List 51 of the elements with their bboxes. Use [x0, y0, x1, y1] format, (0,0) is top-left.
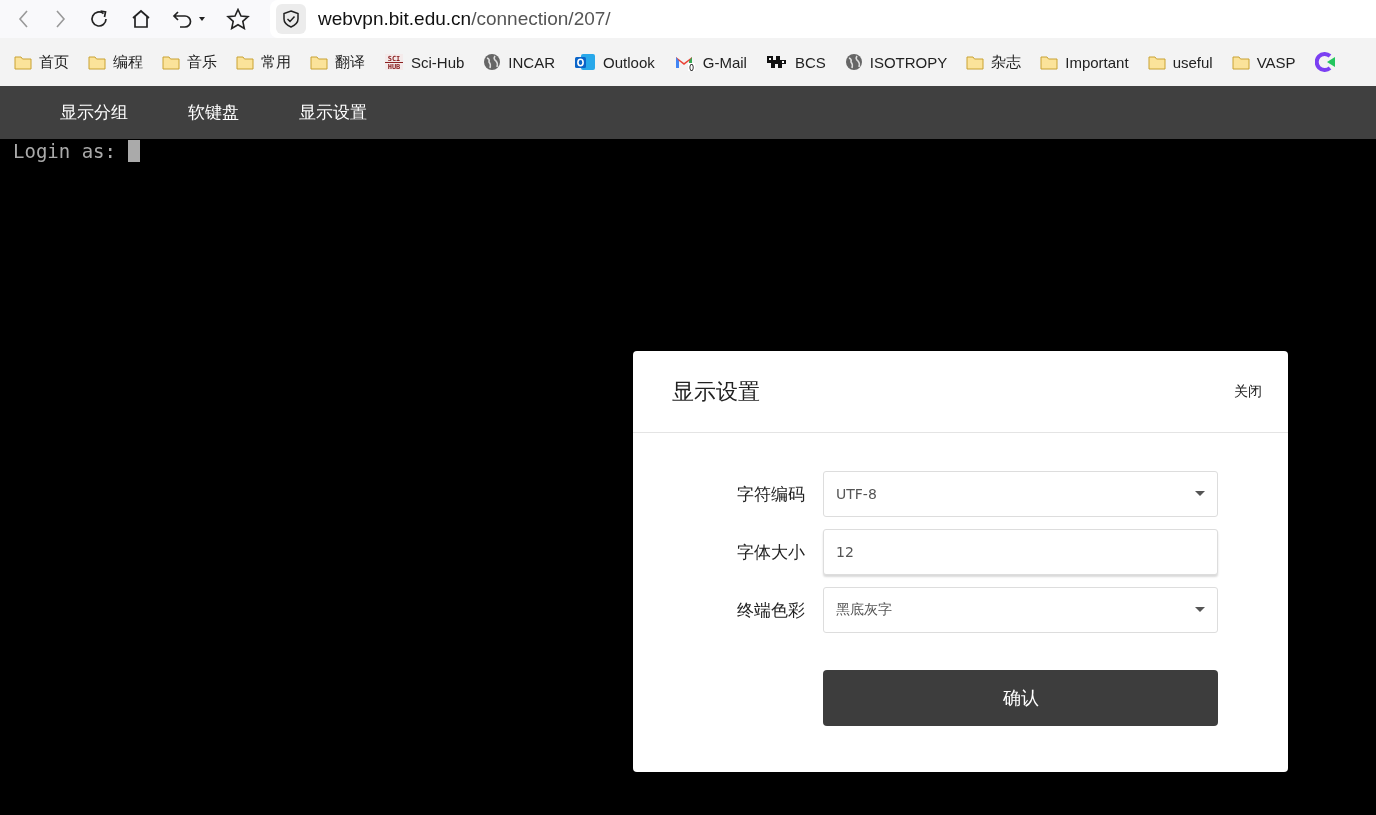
address-bar[interactable]: webvpn.bit.edu.cn/connection/207/ [270, 0, 1376, 38]
pixel-logo-icon [765, 54, 788, 70]
home-icon[interactable] [130, 8, 152, 30]
field-label: 终端色彩 [737, 598, 805, 622]
input-field[interactable]: 12 [823, 529, 1218, 575]
bookmark[interactable] [1314, 52, 1335, 72]
menu-item[interactable]: 软键盘 [168, 97, 259, 128]
field-label: 字符编码 [737, 482, 805, 506]
bookmark[interactable]: BCS [765, 53, 826, 71]
field-label: 字体大小 [737, 540, 805, 564]
bookmark[interactable]: 编程 [88, 52, 143, 72]
reload-icon[interactable] [88, 8, 110, 30]
undo-icon[interactable] [172, 8, 206, 30]
caret-icon [1195, 491, 1205, 497]
bookmark[interactable]: 0 G-Mail [673, 53, 747, 71]
app-logo-icon [1314, 52, 1335, 72]
shield-icon[interactable] [276, 4, 306, 34]
folder-icon [14, 54, 32, 70]
folder-icon [310, 54, 328, 70]
folder-icon [162, 54, 180, 70]
folder-icon [1231, 54, 1250, 70]
bookmark[interactable]: VASP [1231, 53, 1296, 71]
star-icon[interactable] [226, 8, 250, 30]
bookmark[interactable]: ISOTROPY [844, 53, 948, 71]
bookmark[interactable]: Outlook [574, 53, 655, 71]
bookmark[interactable]: 常用 [236, 52, 291, 72]
dialog-title: 显示设置 [672, 377, 760, 406]
dropdown[interactable]: 黑底灰字 [823, 587, 1218, 633]
close-button[interactable]: 关闭 [1232, 380, 1264, 403]
bookmark[interactable]: 翻译 [310, 52, 365, 72]
login-prompt: Login as: [13, 140, 116, 162]
mail-envelope-icon [574, 53, 597, 71]
bookmark[interactable]: 杂志 [966, 52, 1022, 72]
folder-icon [88, 54, 106, 70]
globe-icon [844, 53, 863, 71]
folder-icon [1147, 54, 1166, 70]
menu-item[interactable]: 显示分组 [40, 97, 148, 128]
globe-icon [483, 53, 502, 71]
dropdown[interactable]: UTF-8 [823, 471, 1218, 517]
bookmark[interactable]: Important [1040, 53, 1129, 71]
bookmark[interactable]: 音乐 [162, 52, 217, 72]
folder-icon [966, 54, 985, 70]
caret-icon [1195, 607, 1205, 613]
menu-item[interactable]: 显示设置 [279, 97, 387, 128]
bookmark[interactable]: useful [1147, 53, 1213, 71]
folder-icon [1040, 54, 1059, 70]
confirm-button[interactable]: 确认 [823, 670, 1218, 726]
folder-icon [236, 54, 254, 70]
bookmark[interactable]: INCAR [483, 53, 556, 71]
text-cursor [127, 140, 140, 162]
bookmark[interactable]: 首页 [14, 52, 69, 72]
